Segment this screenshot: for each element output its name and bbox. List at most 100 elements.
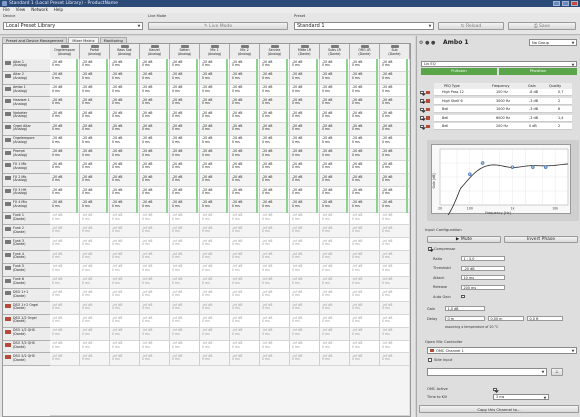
matrix-cell[interactable]: -inf dB 0 ms (260, 315, 290, 328)
matrix-cell[interactable]: -inf dB 0 ms (260, 276, 290, 290)
matrix-cell[interactable]: -inf dB 0 ms (230, 238, 260, 251)
matrix-cell[interactable]: -inf dB 0 ms (140, 251, 170, 264)
matrix-cell[interactable]: -inf dB 0 ms (320, 212, 350, 226)
vertical-scrollbar[interactable] (409, 59, 410, 416)
matrix-cell[interactable]: -inf dB 0 ms (230, 302, 260, 315)
row-header[interactable]: FX 4 Mix (Analog) (3, 199, 50, 213)
matrix-cell[interactable]: -inf dB 0 ms (230, 276, 260, 290)
matrix-cell[interactable]: -20 dB 0 ms (350, 123, 380, 136)
matrix-cell[interactable]: -20 dB 0 ms (170, 174, 200, 187)
matrix-cell[interactable]: -20 dB 0 ms (50, 110, 80, 123)
matrix-cell[interactable]: -inf dB 0 ms (380, 315, 409, 328)
matrix-cell[interactable]: -inf dB 0 ms (290, 289, 320, 303)
matrix-cell[interactable]: -inf dB 0 ms (380, 277, 409, 290)
matrix-cell[interactable]: -20 dB 0 ms (110, 174, 140, 187)
matrix-cell[interactable]: -inf dB 0 ms (380, 302, 409, 315)
matrix-cell[interactable]: -inf dB 0 ms (320, 327, 350, 341)
side-input-select[interactable]: ▼ (427, 368, 547, 376)
matrix-cell[interactable]: -20 dB 0 ms (170, 199, 200, 213)
matrix-cell[interactable]: -20 dB 0 ms (290, 84, 320, 98)
matrix-cell[interactable]: -20 dB 0 ms (290, 71, 320, 85)
matrix-cell[interactable]: -20 dB 0 ms (380, 71, 409, 85)
matrix-cell[interactable]: -inf dB 0 ms (110, 302, 140, 315)
matrix-cell[interactable]: -inf dB 0 ms (140, 289, 170, 303)
matrix-cell[interactable]: -inf dB 0 ms (170, 315, 200, 328)
time-to-kill-select[interactable]: 3 ms ▼ (493, 394, 549, 400)
matrix-cell[interactable]: -inf dB 0 ms (170, 340, 200, 354)
compressor-field-input[interactable]: 200 ms (461, 284, 505, 290)
row-header[interactable]: FX 2 Mb (Analog) (3, 174, 50, 187)
omc-active-checkbox[interactable] (493, 387, 497, 391)
row-header[interactable]: Prompt (Analog) (3, 148, 50, 162)
matrix-cell[interactable]: -20 dB 0 ms (50, 161, 80, 175)
matrix-cell[interactable]: -20 dB 0 ms (320, 161, 350, 175)
matrix-cell[interactable]: -20 dB 0 ms (230, 97, 260, 111)
matrix-cell[interactable]: -inf dB 0 ms (140, 327, 170, 341)
matrix-cell[interactable]: -20 dB 0 ms (110, 187, 140, 200)
matrix-cell[interactable]: -inf dB 0 ms (50, 225, 80, 239)
matrix-cell[interactable]: -20 dB 0 ms (50, 97, 80, 111)
matrix-cell[interactable]: -inf dB 0 ms (200, 276, 230, 290)
matrix-cell[interactable]: -inf dB 0 ms (350, 212, 380, 226)
matrix-cell[interactable]: -20 dB 0 ms (260, 161, 290, 175)
matrix-cell[interactable]: -20 dB 0 ms (350, 187, 380, 200)
matrix-cell[interactable]: -inf dB 0 ms (290, 302, 320, 315)
matrix-cell[interactable]: -20 dB 0 ms (380, 84, 409, 98)
maximize-button[interactable] (562, 1, 569, 6)
pultusen-button[interactable]: Pultusen (421, 68, 497, 75)
matrix-cell[interactable]: -inf dB 0 ms (50, 289, 80, 303)
matrix-cell[interactable]: -20 dB 0 ms (350, 135, 380, 149)
matrix-cell[interactable]: -inf dB 0 ms (350, 289, 380, 303)
matrix-cell[interactable]: -20 dB 0 ms (110, 199, 140, 213)
matrix-cell[interactable]: -inf dB 0 ms (260, 289, 290, 303)
matrix-cell[interactable]: -inf dB 0 ms (230, 315, 260, 328)
matrix-cell[interactable]: -inf dB 0 ms (80, 340, 110, 354)
matrix-cell[interactable]: -20 dB 0 ms (110, 123, 140, 136)
matrix-cell[interactable]: -inf dB 0 ms (80, 212, 110, 226)
close-button[interactable] (571, 1, 578, 6)
matrix-cell[interactable]: -20 dB 0 ms (380, 59, 409, 72)
matrix-cell[interactable]: -20 dB 0 ms (110, 148, 140, 162)
matrix-cell[interactable]: -inf dB 0 ms (170, 238, 200, 251)
eq-band-checkbox[interactable] (420, 99, 424, 103)
row-header[interactable]: FX 1 Mb (Analog) (3, 161, 50, 175)
compressor-field-input[interactable]: 10 ms (461, 275, 505, 280)
eq-band-row[interactable]: Bell 200 Hz 0 dB 2 (420, 123, 572, 130)
matrix-cell[interactable]: -20 dB 0 ms (80, 97, 110, 111)
matrix-cell[interactable]: -inf dB 0 ms (350, 251, 380, 264)
matrix-cell[interactable]: -inf dB 0 ms (170, 276, 200, 290)
matrix-cell[interactable]: -20 dB 0 ms (260, 199, 290, 213)
matrix-cell[interactable]: -inf dB 0 ms (50, 302, 80, 315)
eq-band-checkbox[interactable] (420, 124, 424, 128)
matrix-cell[interactable]: -20 dB 0 ms (80, 161, 110, 175)
matrix-cell[interactable]: -inf dB 0 ms (80, 263, 110, 277)
matrix-cell[interactable]: -20 dB 0 ms (380, 174, 409, 187)
row-header[interactable]: DSO 1+1 (Dante) (3, 289, 50, 303)
matrix-cell[interactable]: -inf dB 0 ms (290, 327, 320, 341)
matrix-cell[interactable]: -20 dB 0 ms (110, 97, 140, 111)
save-button[interactable]: ⎙ Save (508, 22, 576, 30)
matrix-cell[interactable]: -20 dB 0 ms (350, 161, 380, 175)
row-header[interactable]: Orgel Altar (Analog) (3, 123, 50, 136)
matrix-cell[interactable]: -20 dB 0 ms (110, 135, 140, 149)
matrix-cell[interactable]: -20 dB 0 ms (50, 187, 80, 200)
row-header[interactable]: Ambo 1 (Analog) (3, 84, 50, 98)
matrix-cell[interactable]: -20 dB 0 ms (350, 110, 380, 123)
matrix-cell[interactable]: -20 dB 0 ms (50, 59, 80, 72)
device-select[interactable]: Local Preset Library ▼ (3, 22, 143, 30)
matrix-cell[interactable]: -20 dB 0 ms (170, 187, 200, 200)
matrix-cell[interactable]: -20 dB 0 ms (230, 84, 260, 98)
matrix-cell[interactable]: -20 dB 0 ms (320, 71, 350, 85)
matrix-cell[interactable]: -20 dB 0 ms (260, 59, 290, 72)
matrix-cell[interactable]: -20 dB 0 ms (290, 161, 320, 175)
matrix-cell[interactable]: -20 dB 0 ms (350, 148, 380, 162)
matrix-cell[interactable]: -inf dB 0 ms (380, 212, 409, 226)
matrix-cell[interactable]: -inf dB 0 ms (170, 225, 200, 239)
matrix-cell[interactable]: -inf dB 0 ms (200, 225, 230, 239)
matrix-cell[interactable]: -20 dB 0 ms (230, 174, 260, 187)
matrix-cell[interactable]: -inf dB 0 ms (110, 251, 140, 264)
matrix-cell[interactable]: -20 dB 0 ms (230, 148, 260, 162)
matrix-cell[interactable]: -inf dB 0 ms (320, 353, 350, 367)
matrix-cell[interactable]: -20 dB 0 ms (320, 110, 350, 123)
matrix-cell[interactable]: -20 dB 0 ms (260, 123, 290, 136)
